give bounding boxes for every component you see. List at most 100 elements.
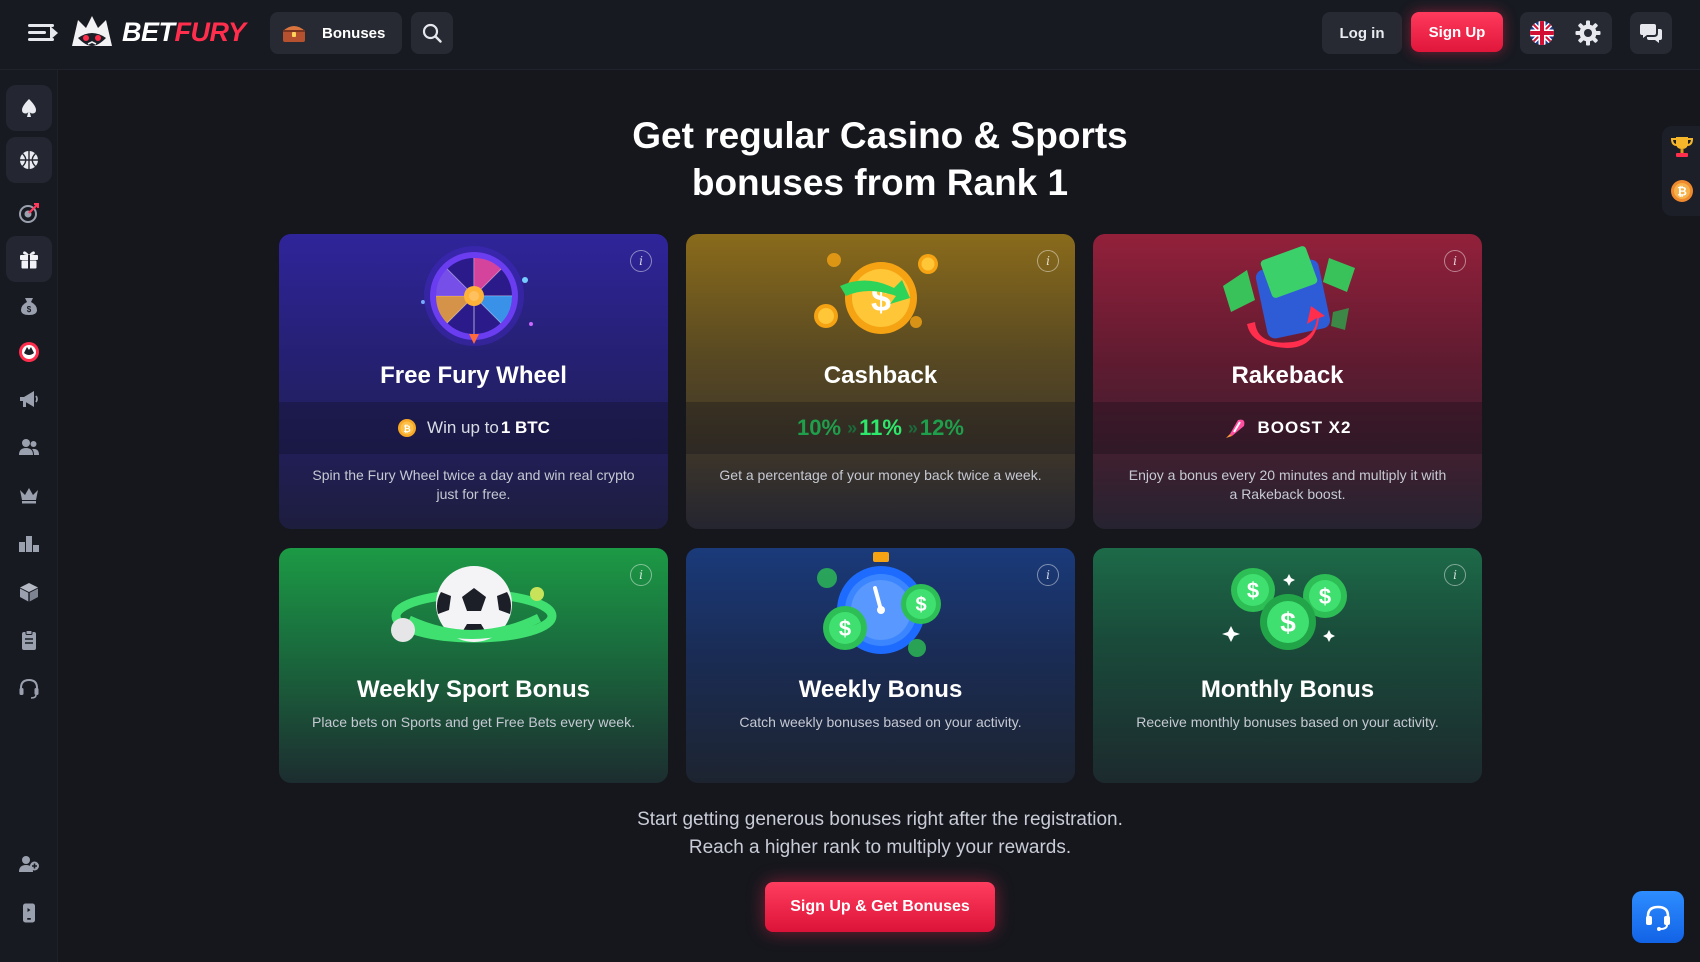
svg-text:$: $ xyxy=(1280,607,1296,638)
svg-text:$: $ xyxy=(838,616,850,641)
card-title: Free Fury Wheel xyxy=(380,362,567,389)
crown-icon xyxy=(20,488,38,504)
search-icon xyxy=(422,23,442,43)
spade-icon xyxy=(22,99,36,117)
lang-settings-group xyxy=(1520,12,1612,54)
login-button[interactable]: Log in xyxy=(1322,12,1402,54)
chat-button[interactable] xyxy=(1630,12,1672,54)
menu-icon[interactable] xyxy=(28,20,58,46)
sidebar-item-fury-coin[interactable] xyxy=(6,329,52,375)
info-icon[interactable]: i xyxy=(1444,250,1466,272)
search-button[interactable] xyxy=(411,12,453,54)
fury-coin-icon xyxy=(19,342,39,362)
bonuses-button[interactable]: Bonuses xyxy=(270,12,402,54)
info-icon[interactable]: i xyxy=(630,250,652,272)
svg-text:₿: ₿ xyxy=(403,424,410,434)
card-title: Weekly Sport Bonus xyxy=(357,676,590,703)
headline-line-2: bonuses from Rank 1 xyxy=(691,162,1069,203)
gear-icon[interactable] xyxy=(1574,19,1602,47)
chest-icon xyxy=(283,26,305,42)
podium-icon xyxy=(19,536,39,552)
cashback-percent-row: 10% » 11% » 12% xyxy=(686,402,1075,454)
boost-label: BOOST X2 xyxy=(1257,418,1352,437)
sidebar-item-vip[interactable] xyxy=(6,472,52,518)
clipboard-icon xyxy=(22,630,36,650)
sidebar-item-money-bag[interactable]: $ xyxy=(6,283,52,329)
info-icon[interactable]: i xyxy=(1037,564,1059,586)
promo-line-1: Start getting generous bonuses right aft… xyxy=(637,809,1123,830)
boost-rocket-icon xyxy=(1225,419,1244,438)
signup-get-bonuses-button[interactable]: Sign Up & Get Bonuses xyxy=(765,882,995,932)
soccer-ball-icon xyxy=(390,566,556,643)
sidebar-item-staking[interactable] xyxy=(6,569,52,615)
cube-icon xyxy=(20,583,38,602)
headset-icon xyxy=(1646,905,1670,931)
registration-promo-text: Start getting generous bonuses right aft… xyxy=(530,806,1230,862)
cashback-coins-icon: $ xyxy=(813,253,938,334)
rakeback-wallet-icon xyxy=(1222,246,1355,348)
sidebar-item-support[interactable] xyxy=(6,665,52,711)
card-description: Receive monthly bonuses based on your ac… xyxy=(1136,714,1439,730)
svg-text:₿: ₿ xyxy=(1677,185,1687,199)
card-rakeback[interactable]: i Rakeback BOOST X2 Enjoy a bonus every … xyxy=(1093,234,1482,529)
coin-stack-icon[interactable]: ₿ xyxy=(1669,178,1695,204)
right-floating-widgets: ₿ xyxy=(1662,126,1700,216)
card-highlight: BOOST X2 xyxy=(1093,402,1482,454)
double-arrow-icon: » xyxy=(907,417,918,438)
sidebar-item-bonuses[interactable] xyxy=(6,236,52,282)
svg-text:$: $ xyxy=(27,305,32,314)
card-title: Cashback xyxy=(823,362,938,389)
mobile-icon xyxy=(23,903,35,923)
betfury-logo[interactable]: BETFURY xyxy=(68,12,246,52)
card-cashback[interactable]: i $ Cashback 10% » 11% » 12% Get a perce… xyxy=(686,234,1075,529)
uk-flag-icon[interactable] xyxy=(1530,21,1554,45)
card-description: Get a percentage of your money back twic… xyxy=(719,467,1042,483)
card-weekly-sport-bonus[interactable]: i Weekly Sport Bonus Place bets on Sport… xyxy=(279,548,668,783)
bonuses-label: Bonuses xyxy=(322,24,386,42)
sidebar-item-app[interactable] xyxy=(6,890,52,936)
money-coins-icon: $ $ $ xyxy=(1221,568,1347,650)
sidebar-item-tasks[interactable] xyxy=(6,617,52,663)
btc-coin-icon: ₿ xyxy=(398,419,417,437)
users-icon xyxy=(19,439,39,455)
target-icon xyxy=(19,203,39,223)
headset-icon xyxy=(19,678,39,699)
logo-text: BETFURY xyxy=(122,16,246,47)
percent-low: 10% xyxy=(797,415,842,440)
card-monthly-bonus[interactable]: i $ $ $ Monthly Bonus Receive monthly bo… xyxy=(1093,548,1482,783)
card-title: Rakeback xyxy=(1231,362,1344,389)
info-icon[interactable]: i xyxy=(1444,564,1466,586)
live-support-button[interactable] xyxy=(1632,891,1684,943)
card-description: Spin the Fury Wheel twice a day and win … xyxy=(312,467,635,502)
left-sidebar: $ xyxy=(0,70,58,962)
info-icon[interactable]: i xyxy=(630,564,652,586)
card-weekly-bonus[interactable]: i $ $ Weekly Bonus Catch weekly bonuses … xyxy=(686,548,1075,783)
win-up-to-label: Win up to xyxy=(427,418,499,437)
svg-text:$: $ xyxy=(1318,584,1330,609)
sidebar-item-sports[interactable] xyxy=(6,137,52,183)
sidebar-item-target[interactable] xyxy=(6,190,52,236)
top-header: BETFURY Bonuses Log in Sign Up xyxy=(0,0,1700,70)
card-highlight: ₿ Win up to 1 BTC xyxy=(279,402,668,454)
chat-icon xyxy=(1640,24,1662,43)
svg-text:$: $ xyxy=(915,594,926,616)
fury-wheel-icon xyxy=(420,246,533,346)
sidebar-item-affiliate[interactable] xyxy=(6,424,52,470)
signup-button[interactable]: Sign Up xyxy=(1411,12,1503,52)
raccoon-logo-icon xyxy=(72,16,112,46)
basketball-icon xyxy=(20,151,38,169)
user-add-icon xyxy=(19,856,39,872)
trophy-icon[interactable] xyxy=(1669,134,1695,160)
sidebar-item-promotions[interactable] xyxy=(6,376,52,422)
money-bag-icon: $ xyxy=(21,298,37,315)
sidebar-item-leaderboard[interactable] xyxy=(6,520,52,566)
card-free-fury-wheel[interactable]: i Free Fury Wheel ₿ Win up to 1 BTC Spin… xyxy=(279,234,668,529)
promo-line-2: Reach a higher rank to multiply your rew… xyxy=(688,837,1072,858)
info-icon[interactable]: i xyxy=(1037,250,1059,272)
win-value: 1 BTC xyxy=(500,418,550,437)
percent-high: 12% xyxy=(919,415,964,440)
sidebar-item-casino[interactable] xyxy=(6,85,52,131)
card-description: Catch weekly bonuses based on your activ… xyxy=(739,714,1022,730)
sidebar-item-refer[interactable] xyxy=(6,841,52,887)
page-headline: Get regular Casino & Sports bonuses from… xyxy=(530,112,1230,206)
